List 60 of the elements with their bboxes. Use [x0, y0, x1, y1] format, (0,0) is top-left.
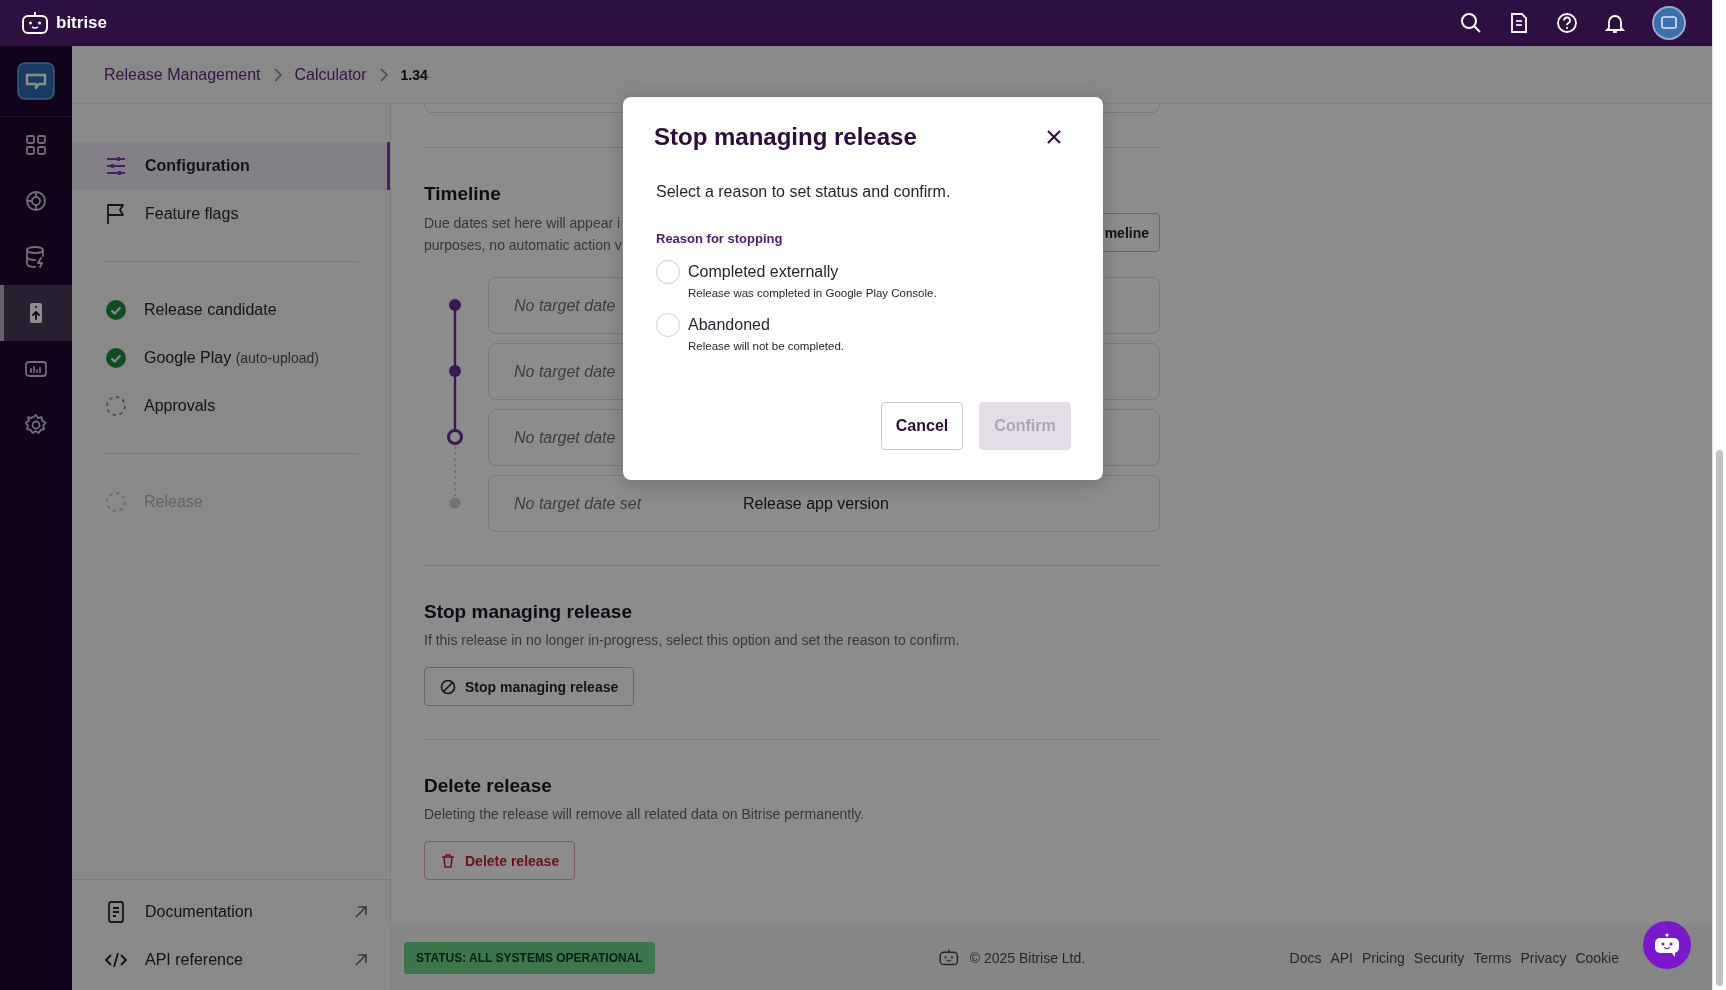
avatar-icon[interactable] [1652, 6, 1686, 40]
close-icon[interactable] [1046, 129, 1062, 145]
search-icon[interactable] [1460, 12, 1482, 34]
prohibited-icon [440, 678, 456, 695]
footer-link[interactable]: Security [1413, 949, 1465, 966]
settings-icon[interactable] [24, 413, 48, 437]
robot-logo-icon [937, 947, 960, 968]
brand-name: bitrise [56, 13, 108, 33]
footer-link[interactable]: Docs [1289, 949, 1322, 966]
chat-robot-icon [1653, 932, 1681, 958]
footer-link[interactable]: Terms [1473, 949, 1512, 966]
timeline-connector [453, 376, 457, 432]
sidebar-link[interactable]: Documentation [72, 888, 390, 936]
cancel-button[interactable]: Cancel [881, 402, 963, 450]
help-icon[interactable] [1556, 12, 1578, 34]
section-description: purposes, no automatic action v [424, 236, 622, 255]
sidebar-nav-item[interactable]: Feature flags [72, 190, 390, 238]
step-label[interactable]: Approvals [144, 397, 216, 415]
footer-link[interactable]: Privacy [1520, 949, 1567, 966]
app-tile-icon[interactable] [17, 62, 55, 100]
option-hint: Release will not be completed. [688, 340, 844, 352]
breadcrumb-link[interactable]: Release Management [104, 65, 261, 84]
section-title: Timeline [424, 182, 502, 206]
status-badge[interactable]: STATUS: ALL SYSTEMS OPERATIONAL [404, 941, 655, 974]
step-label[interactable]: Google Play (auto-upload) [144, 349, 319, 367]
section-title: Stop managing release [424, 600, 633, 624]
external-arrow-icon [354, 905, 368, 919]
external-arrow-icon [354, 953, 368, 967]
delete-release-button[interactable]: Delete release [424, 841, 576, 880]
sidebar-nav-item[interactable]: Configuration [72, 142, 390, 190]
sidebar-link[interactable]: API reference [72, 936, 390, 984]
breadcrumb-current: 1.34 [400, 66, 428, 83]
section-description: Deleting the release will remove all related data on Bitrise permanently. [424, 805, 866, 824]
field-label: Reason for stopping [655, 231, 784, 246]
scrollbar[interactable] [1712, 0, 1726, 990]
option-label[interactable]: Abandoned [688, 313, 844, 337]
section-description: If this release in no longer in-progress, select this option and set the reason to confirm. [424, 631, 961, 650]
footer-link[interactable]: Cookie [1575, 949, 1619, 966]
chevron-right-icon [272, 67, 283, 82]
stop-managing-button[interactable]: Stop managing release [424, 667, 635, 706]
grid-icon[interactable] [24, 133, 48, 157]
option-label[interactable]: Completed externally [688, 260, 937, 284]
dialog-title: Stop managing release [654, 123, 917, 151]
document-icon[interactable] [1508, 12, 1530, 34]
timeline-connector [453, 310, 457, 366]
robot-logo-icon [20, 10, 50, 36]
step-label[interactable]: Release candidate [144, 301, 277, 319]
breadcrumb-link[interactable]: Calculator [294, 65, 367, 84]
sliders-icon [104, 154, 128, 178]
option-hint: Release was completed in Google Play Console. [688, 287, 937, 299]
footer-link[interactable]: Pricing [1362, 949, 1405, 966]
dialog-message: Select a reason to set status and confirm. [655, 183, 952, 201]
scrollbar-thumb[interactable] [1716, 450, 1723, 986]
section-description: Due dates set here will appear i [424, 214, 622, 233]
footer-link[interactable]: API [1330, 949, 1353, 966]
copyright-text: © 2025 Bitrise Ltd. [969, 949, 1086, 966]
trash-icon [440, 852, 456, 869]
bell-icon[interactable] [1604, 12, 1626, 34]
chevron-right-icon [378, 67, 389, 82]
section-title: Delete release [424, 774, 553, 798]
